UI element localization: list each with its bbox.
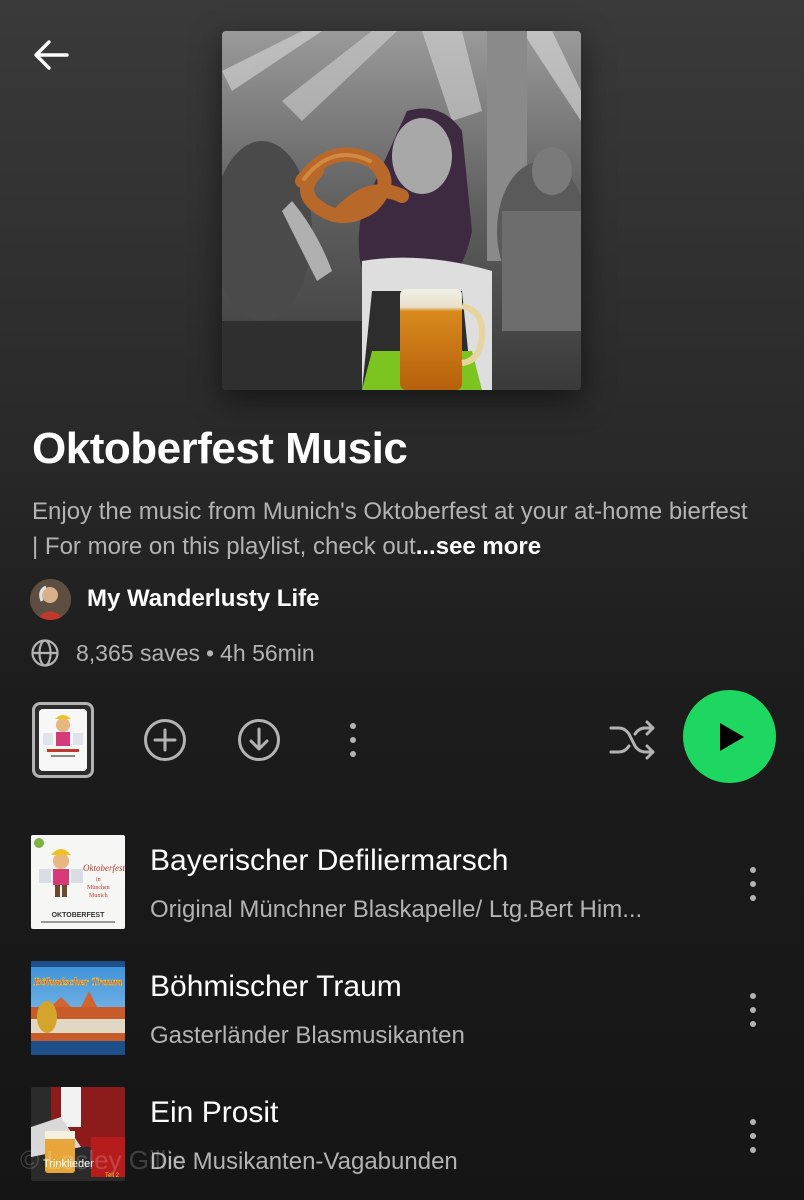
track-album-art: Böhmischer Traum bbox=[31, 961, 125, 1055]
thumbnail-image bbox=[39, 709, 87, 771]
download-circle-icon bbox=[238, 719, 280, 761]
track-row[interactable]: Trinklieder Teil 2 Ein Prosit Die Musika… bbox=[0, 1078, 804, 1200]
playlist-title: Oktoberfest Music bbox=[32, 424, 408, 473]
track-album-art: Oktoberfest in München Munich OKTOBERFES… bbox=[31, 835, 125, 929]
album-art-bottom: OKTOBERFEST bbox=[52, 912, 105, 919]
track-title: Böhmischer Traum bbox=[150, 970, 402, 1003]
back-button[interactable] bbox=[30, 34, 72, 76]
more-vertical-icon bbox=[750, 1119, 756, 1153]
globe-icon bbox=[31, 639, 59, 667]
playlist-cover-image bbox=[222, 31, 581, 390]
see-more-link[interactable]: ...see more bbox=[416, 533, 541, 560]
shuffle-icon bbox=[609, 720, 655, 760]
saves-count: 8,365 saves bbox=[76, 639, 201, 666]
album-art-sub-muenchen: München bbox=[87, 885, 110, 891]
album-art-sub-in: in bbox=[96, 877, 101, 883]
album-art-sub-munich: Munich bbox=[89, 893, 108, 899]
more-vertical-icon bbox=[750, 867, 756, 901]
playlist-meta: 8,365 saves • 4h 56min bbox=[30, 636, 315, 670]
track-more-button[interactable] bbox=[736, 1114, 770, 1158]
owner-avatar bbox=[30, 578, 71, 620]
shuffle-button[interactable] bbox=[606, 714, 658, 766]
playlist-duration: 4h 56min bbox=[220, 639, 315, 666]
track-list: Oktoberfest in München Munich OKTOBERFES… bbox=[0, 826, 804, 1200]
track-row[interactable]: Böhmischer Traum Böhmischer Traum Gaster… bbox=[0, 952, 804, 1078]
download-button[interactable] bbox=[233, 714, 285, 766]
arrow-left-icon bbox=[34, 40, 69, 70]
action-bar bbox=[0, 690, 804, 790]
plus-circle-icon bbox=[144, 719, 186, 761]
playlist-owner[interactable]: My Wanderlusty Life bbox=[30, 578, 319, 620]
playlist-thumbnail-button[interactable] bbox=[32, 702, 94, 778]
track-title: Bayerischer Defiliermarsch bbox=[150, 844, 509, 877]
add-to-library-button[interactable] bbox=[139, 714, 191, 766]
more-options-button[interactable] bbox=[327, 714, 379, 766]
more-vertical-icon bbox=[750, 993, 756, 1027]
album-art-title: Oktoberfest bbox=[83, 863, 125, 873]
play-icon bbox=[719, 722, 744, 751]
playlist-description: Enjoy the music from Munich's Oktoberfes… bbox=[32, 494, 752, 564]
track-artist: Original Münchner Blaskapelle/ Ltg.Bert … bbox=[150, 896, 643, 923]
track-artist: Die Musikanten-Vagabunden bbox=[150, 1148, 458, 1175]
owner-name: My Wanderlusty Life bbox=[87, 585, 320, 612]
watermark: © Lesley Gillis bbox=[20, 1145, 186, 1175]
play-button[interactable] bbox=[683, 690, 776, 783]
album-art-title: Böhmischer Traum bbox=[33, 976, 123, 988]
track-more-button[interactable] bbox=[736, 862, 770, 906]
track-title: Ein Prosit bbox=[150, 1096, 279, 1129]
track-artist: Gasterländer Blasmusikanten bbox=[150, 1022, 465, 1049]
meta-separator: • bbox=[206, 639, 215, 666]
more-vertical-icon bbox=[350, 723, 356, 757]
track-row[interactable]: Oktoberfest in München Munich OKTOBERFES… bbox=[0, 826, 804, 952]
track-more-button[interactable] bbox=[736, 988, 770, 1032]
description-text: Enjoy the music from Munich's Oktoberfes… bbox=[32, 498, 748, 560]
